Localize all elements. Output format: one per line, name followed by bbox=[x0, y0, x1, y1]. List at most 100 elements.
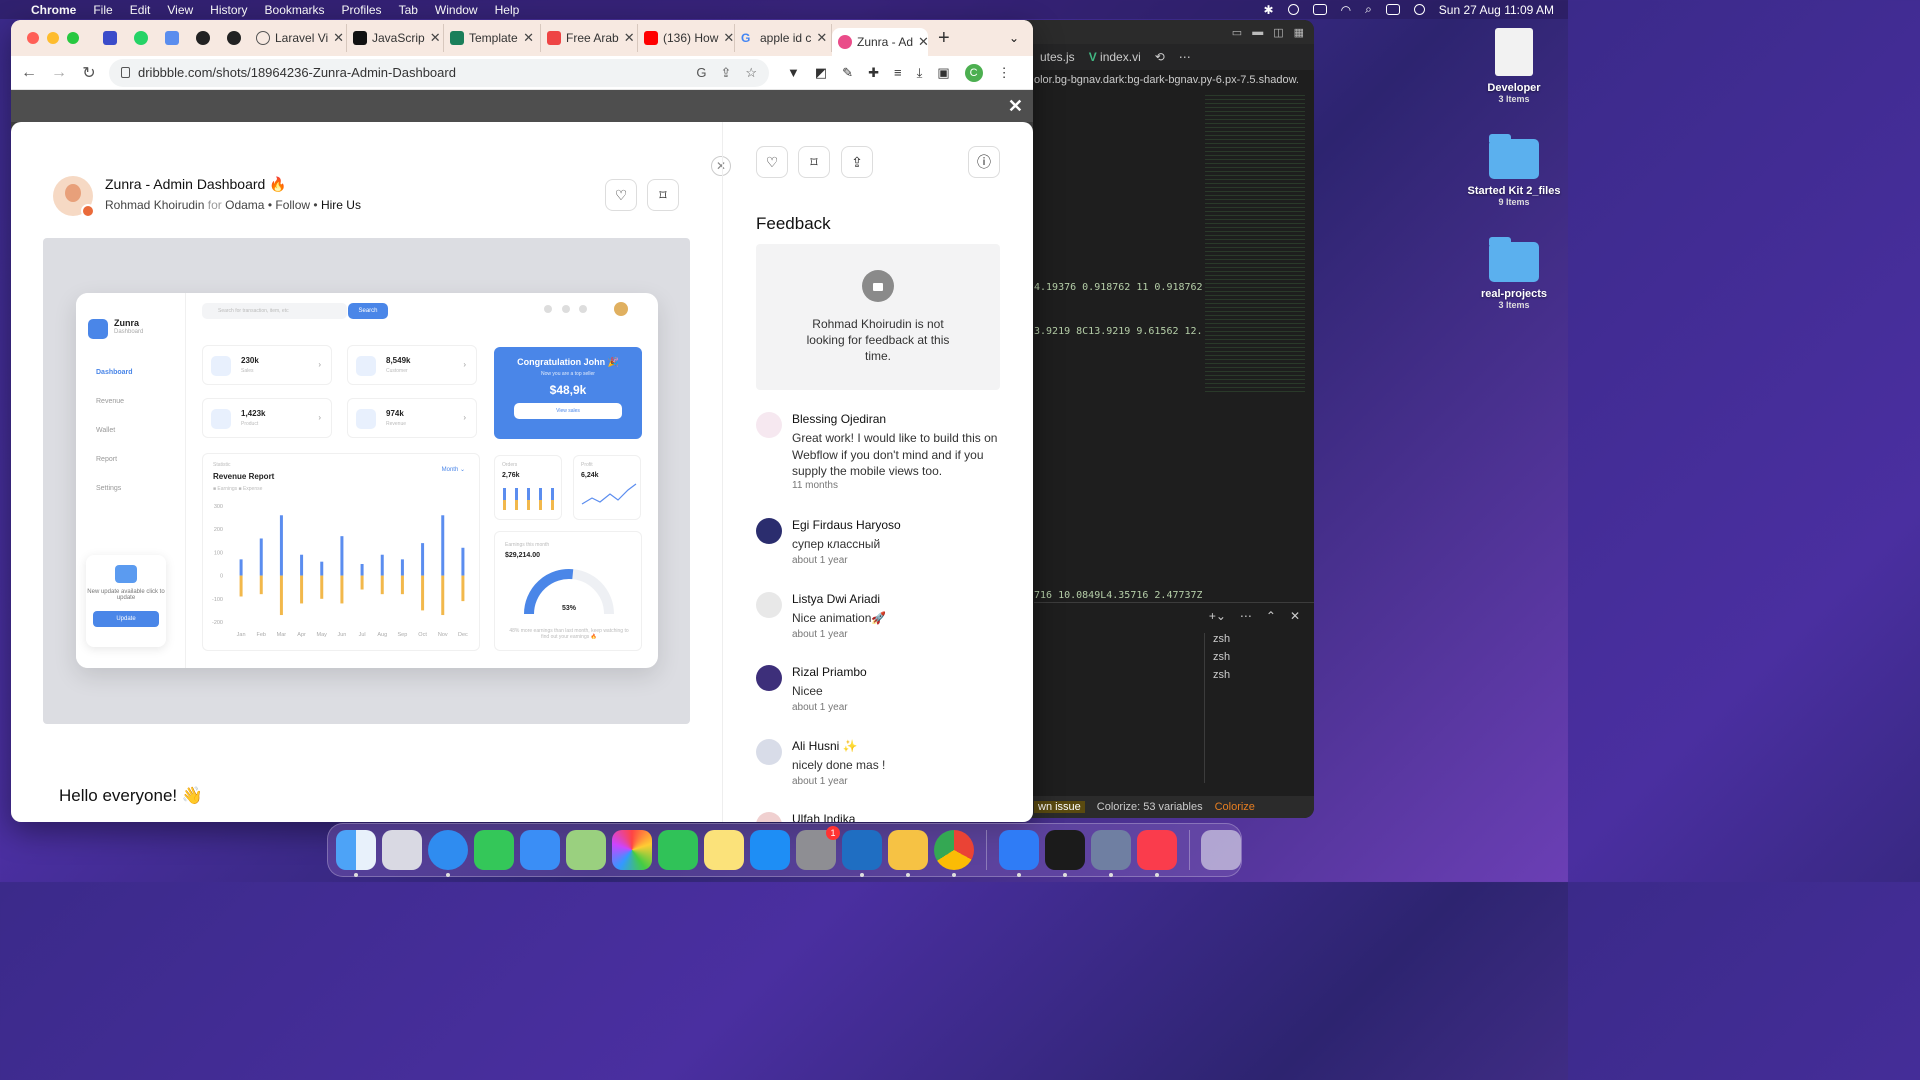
breadcrumb[interactable]: olor.bg-bgnav.dark:bg-dark-bgnav.py-6.px… bbox=[1000, 70, 1314, 90]
more-icon[interactable]: ⋯ bbox=[1179, 50, 1191, 64]
grid-icon[interactable]: ▦ bbox=[1294, 26, 1304, 39]
status-colorize-vars[interactable]: Colorize: 53 variables bbox=[1097, 801, 1203, 813]
reload-button[interactable]: ↻ bbox=[79, 63, 99, 83]
tab-free-arab[interactable]: Free Arab ✕ bbox=[541, 24, 638, 52]
comment-author[interactable]: Ulfah Indika bbox=[792, 812, 855, 822]
photos-icon[interactable] bbox=[612, 830, 652, 870]
comment-author[interactable]: Listya Dwi Ariadi bbox=[792, 592, 880, 606]
avatar[interactable] bbox=[756, 592, 782, 618]
back-button[interactable]: ← bbox=[19, 64, 39, 82]
desktop-item-developer[interactable]: Developer 3 Items bbox=[1459, 28, 1569, 104]
close-tab-icon[interactable]: ✕ bbox=[624, 30, 635, 46]
layout-icon[interactable]: ▭ bbox=[1232, 26, 1242, 39]
app-store-icon[interactable] bbox=[750, 830, 790, 870]
tab-javascript[interactable]: JavaScrip ✕ bbox=[347, 24, 444, 52]
notes-icon[interactable] bbox=[704, 830, 744, 870]
facetime-icon[interactable] bbox=[658, 830, 698, 870]
tab-template[interactable]: Template ✕ bbox=[444, 24, 541, 52]
preview-icon[interactable] bbox=[1090, 830, 1131, 877]
avatar[interactable] bbox=[756, 812, 782, 822]
forward-button[interactable]: → bbox=[49, 64, 69, 82]
queue-icon[interactable]: ≡ bbox=[894, 65, 902, 80]
bookmark-star-icon[interactable]: ☆ bbox=[745, 65, 757, 81]
status-colorize[interactable]: Colorize bbox=[1215, 801, 1255, 813]
comment-author[interactable]: Blessing Ojediran bbox=[792, 412, 886, 426]
finder-icon[interactable] bbox=[336, 830, 376, 877]
profile-avatar[interactable]: C bbox=[964, 63, 983, 82]
close-tab-icon[interactable]: ✕ bbox=[918, 34, 928, 50]
desktop-item-real-projects[interactable]: real-projects 3 Items bbox=[1459, 237, 1569, 310]
close-window-button[interactable] bbox=[27, 32, 39, 44]
system-settings-icon[interactable]: 1 bbox=[796, 826, 840, 870]
comment-author[interactable]: Ali Husni ✨ bbox=[792, 739, 858, 753]
hire-us-link[interactable]: Hire Us bbox=[321, 198, 361, 212]
trash-icon[interactable] bbox=[1201, 830, 1241, 870]
avatar[interactable] bbox=[756, 739, 782, 765]
pinned-tab[interactable] bbox=[188, 24, 219, 52]
mail-icon[interactable] bbox=[520, 830, 560, 870]
safari-icon[interactable] bbox=[428, 830, 468, 877]
desktop-item-started-kit[interactable]: Started Kit 2_files 9 Items bbox=[1459, 134, 1569, 207]
launchpad-icon[interactable] bbox=[382, 830, 422, 870]
close-icon[interactable]: ✕ bbox=[1290, 609, 1300, 623]
bluetooth-icon[interactable]: ✱ bbox=[1264, 3, 1274, 17]
activity-monitor-icon[interactable] bbox=[1044, 830, 1085, 877]
git-compare-icon[interactable]: ⟲ bbox=[1155, 50, 1165, 64]
editor-tab[interactable]: utes.js bbox=[1040, 50, 1075, 64]
terminal-item[interactable]: zsh bbox=[1213, 651, 1230, 663]
google-lens-icon[interactable]: G bbox=[696, 65, 706, 81]
terminal-item[interactable]: zsh bbox=[1213, 633, 1230, 645]
close-tab-icon[interactable]: ✕ bbox=[816, 30, 827, 46]
menu-history[interactable]: History bbox=[210, 3, 247, 17]
status-issue[interactable]: wn issue bbox=[1034, 801, 1085, 813]
split-icon[interactable]: ◫ bbox=[1273, 26, 1283, 39]
menu-tab[interactable]: Tab bbox=[399, 3, 418, 17]
add-terminal-icon[interactable]: +⌄ bbox=[1209, 609, 1226, 623]
siri-icon[interactable] bbox=[1413, 4, 1425, 15]
pinned-tab[interactable] bbox=[126, 24, 157, 52]
maps-icon[interactable] bbox=[566, 830, 606, 870]
menu-app-name[interactable]: Chrome bbox=[31, 3, 76, 17]
close-overlay-button[interactable]: ✕ bbox=[1008, 96, 1023, 117]
close-tab-icon[interactable]: ✕ bbox=[333, 30, 344, 46]
sketch-icon[interactable] bbox=[888, 830, 928, 877]
pinned-tab[interactable] bbox=[95, 24, 126, 52]
avatar[interactable] bbox=[756, 412, 782, 438]
address-bar[interactable]: dribbble.com/shots/18964236-Zunra-Admin-… bbox=[109, 58, 769, 87]
menu-bookmarks[interactable]: Bookmarks bbox=[265, 3, 325, 17]
save-button[interactable]: ⌑ bbox=[798, 146, 830, 178]
avatar[interactable] bbox=[756, 665, 782, 691]
wifi-icon[interactable]: ◠ bbox=[1341, 3, 1351, 17]
menu-profiles[interactable]: Profiles bbox=[342, 3, 382, 17]
minimize-window-button[interactable] bbox=[47, 32, 59, 44]
code-editor[interactable]: 4.19376 0.918762 11 0.918762C1 3.9219 8C… bbox=[1034, 90, 1202, 600]
tab-zunra[interactable]: Zunra - Ad ✕ bbox=[832, 28, 928, 56]
tab-google[interactable]: Gapple id c ✕ bbox=[735, 24, 832, 52]
terminal-item[interactable]: zsh bbox=[1213, 669, 1230, 681]
tab-laravel[interactable]: Laravel Vi ✕ bbox=[250, 24, 347, 52]
bluetooth-icon[interactable] bbox=[998, 830, 1039, 877]
info-button[interactable]: ⓘ bbox=[968, 146, 1000, 178]
like-button[interactable]: ♡ bbox=[756, 146, 788, 178]
pinned-tab[interactable] bbox=[157, 24, 188, 52]
comment-author[interactable]: Egi Firdaus Haryoso bbox=[792, 518, 901, 532]
download-icon[interactable]: ⤓ bbox=[917, 65, 923, 81]
extension-icon[interactable]: ✎ bbox=[842, 65, 853, 81]
new-tab-button[interactable]: + bbox=[938, 27, 950, 50]
team-link[interactable]: Odama bbox=[225, 198, 264, 212]
maximize-icon[interactable]: ⌃ bbox=[1266, 609, 1276, 623]
puzzle-icon[interactable]: ✚ bbox=[868, 65, 879, 81]
menu-file[interactable]: File bbox=[93, 3, 112, 17]
search-icon[interactable]: ⌕ bbox=[1365, 2, 1372, 17]
shot-image[interactable]: Zunra Dashboard Dashboard Revenue Wallet… bbox=[43, 238, 690, 724]
menu-help[interactable]: Help bbox=[495, 3, 520, 17]
media-icon[interactable] bbox=[1287, 4, 1299, 15]
battery-icon[interactable] bbox=[1312, 4, 1327, 15]
close-tab-icon[interactable]: ✕ bbox=[523, 30, 534, 46]
tab-youtube[interactable]: (136) How ✕ bbox=[638, 24, 735, 52]
save-button[interactable]: ⌑ bbox=[647, 179, 679, 211]
author-link[interactable]: Rohmad Khoirudin bbox=[105, 198, 204, 212]
extension-icon[interactable]: ◩ bbox=[815, 65, 827, 81]
editor-tab[interactable]: V index.vi bbox=[1089, 50, 1141, 64]
share-button[interactable]: ⇪ bbox=[841, 146, 873, 178]
